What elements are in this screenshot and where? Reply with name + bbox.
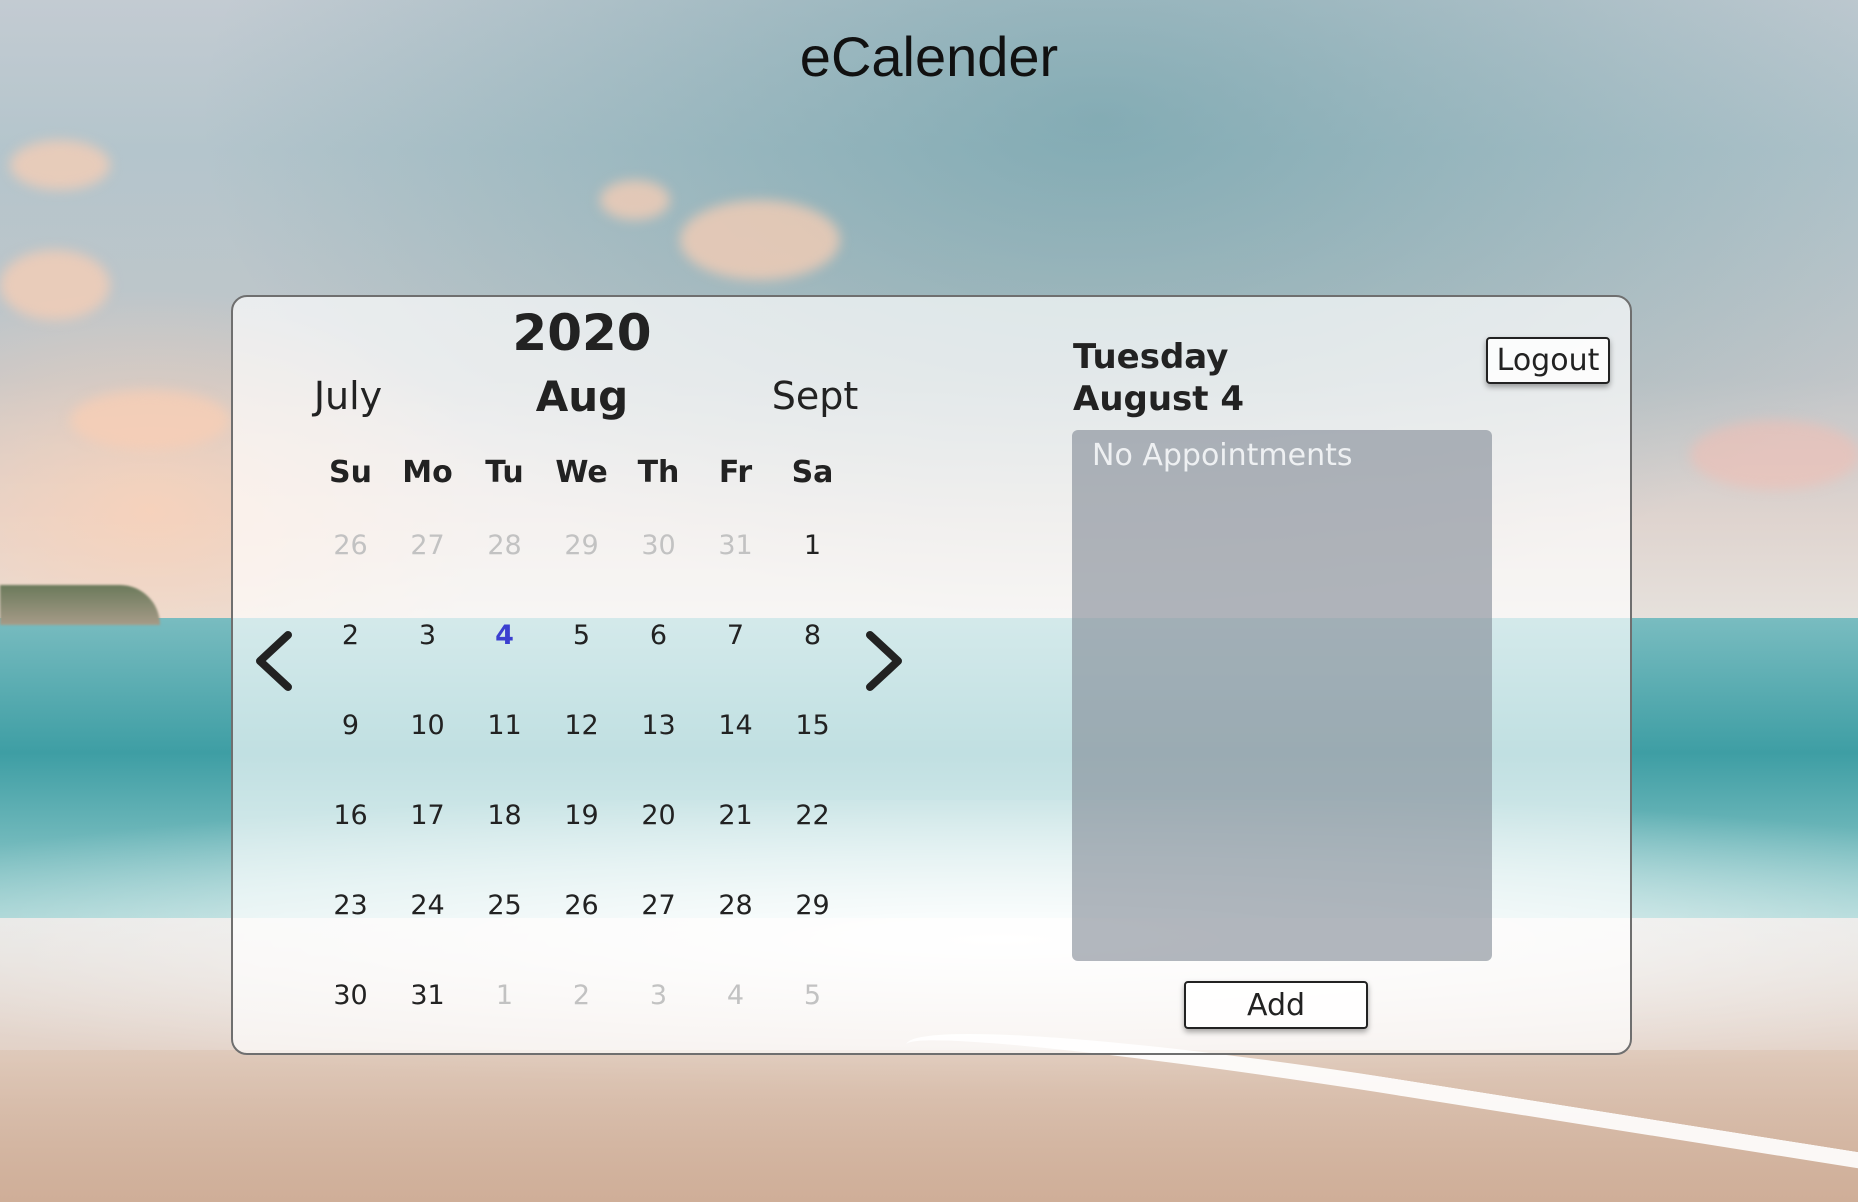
calendar-day[interactable]: 28 <box>697 860 774 950</box>
calendar-day-outside-month[interactable]: 3 <box>620 950 697 1040</box>
calendar-day[interactable]: 25 <box>466 860 543 950</box>
add-appointment-button[interactable]: Add <box>1184 981 1368 1029</box>
calendar-day-outside-month[interactable]: 26 <box>312 500 389 590</box>
calendar-day[interactable]: 1 <box>774 500 851 590</box>
logout-button[interactable]: Logout <box>1486 337 1610 384</box>
calendar-day[interactable]: 9 <box>312 680 389 770</box>
calendar-grid: Su Mo Tu We Th Fr Sa 26 27 28 29 30 31 1 2 3 4 5 6 7 8 9 10 11 1… <box>312 444 851 1040</box>
calendar-day[interactable]: 12 <box>543 680 620 770</box>
calendar-day-outside-month[interactable]: 5 <box>774 950 851 1040</box>
weekday-header: Su <box>329 454 372 490</box>
next-month-label[interactable]: Sept <box>715 374 915 418</box>
current-month-label: Aug <box>535 372 629 421</box>
selected-weekday: Tuesday <box>1073 337 1229 377</box>
calendar-day[interactable]: 17 <box>389 770 466 860</box>
weekday-header: Tu <box>485 454 524 490</box>
calendar-day[interactable]: 31 <box>389 950 466 1040</box>
year-label: 2020 <box>512 304 652 362</box>
calendar-day[interactable]: 15 <box>774 680 851 770</box>
prev-month-button[interactable] <box>243 628 303 698</box>
calendar-day[interactable]: 29 <box>774 860 851 950</box>
calendar-day[interactable]: 2 <box>312 590 389 680</box>
calendar-day[interactable]: 14 <box>697 680 774 770</box>
calendar-day-outside-month[interactable]: 1 <box>466 950 543 1040</box>
appointments-list: No Appointments <box>1072 430 1492 961</box>
calendar-day-outside-month[interactable]: 28 <box>466 500 543 590</box>
calendar-day[interactable]: 21 <box>697 770 774 860</box>
calendar-day[interactable]: 11 <box>466 680 543 770</box>
calendar-day[interactable]: 22 <box>774 770 851 860</box>
calendar-day[interactable]: 6 <box>620 590 697 680</box>
calendar-day[interactable]: 19 <box>543 770 620 860</box>
calendar-day[interactable]: 13 <box>620 680 697 770</box>
calendar-day[interactable]: 3 <box>389 590 466 680</box>
calendar-day[interactable]: 23 <box>312 860 389 950</box>
weekday-header: Sa <box>791 454 834 490</box>
weekday-header: Fr <box>718 454 753 490</box>
calendar-day[interactable]: 16 <box>312 770 389 860</box>
selected-date: August 4 <box>1073 379 1245 419</box>
calendar-day-outside-month[interactable]: 27 <box>389 500 466 590</box>
calendar-day[interactable]: 7 <box>697 590 774 680</box>
prev-month-label[interactable]: July <box>248 374 448 418</box>
calendar-day[interactable]: 5 <box>543 590 620 680</box>
chevron-left-icon <box>250 629 296 697</box>
weekday-header: Th <box>637 454 680 490</box>
next-month-button[interactable] <box>855 628 915 698</box>
calendar-day-outside-month[interactable]: 2 <box>543 950 620 1040</box>
app-title: eCalender <box>799 25 1059 88</box>
calendar-day[interactable]: 27 <box>620 860 697 950</box>
calendar-day-outside-month[interactable]: 30 <box>620 500 697 590</box>
calendar-day[interactable]: 20 <box>620 770 697 860</box>
weekday-header: We <box>555 454 608 490</box>
calendar-day[interactable]: 30 <box>312 950 389 1040</box>
calendar-day-selected[interactable]: 4 <box>466 590 543 680</box>
calendar-day[interactable]: 18 <box>466 770 543 860</box>
calendar-day-outside-month[interactable]: 31 <box>697 500 774 590</box>
selected-date-heading: Tuesday August 4 <box>1073 336 1244 420</box>
chevron-right-icon <box>862 629 908 697</box>
calendar-day[interactable]: 10 <box>389 680 466 770</box>
calendar-day[interactable]: 24 <box>389 860 466 950</box>
calendar-day-outside-month[interactable]: 29 <box>543 500 620 590</box>
calendar-day[interactable]: 26 <box>543 860 620 950</box>
calendar-day[interactable]: 8 <box>774 590 851 680</box>
weekday-header: Mo <box>402 454 453 490</box>
calendar-day-outside-month[interactable]: 4 <box>697 950 774 1040</box>
no-appointments-text: No Appointments <box>1092 438 1353 473</box>
